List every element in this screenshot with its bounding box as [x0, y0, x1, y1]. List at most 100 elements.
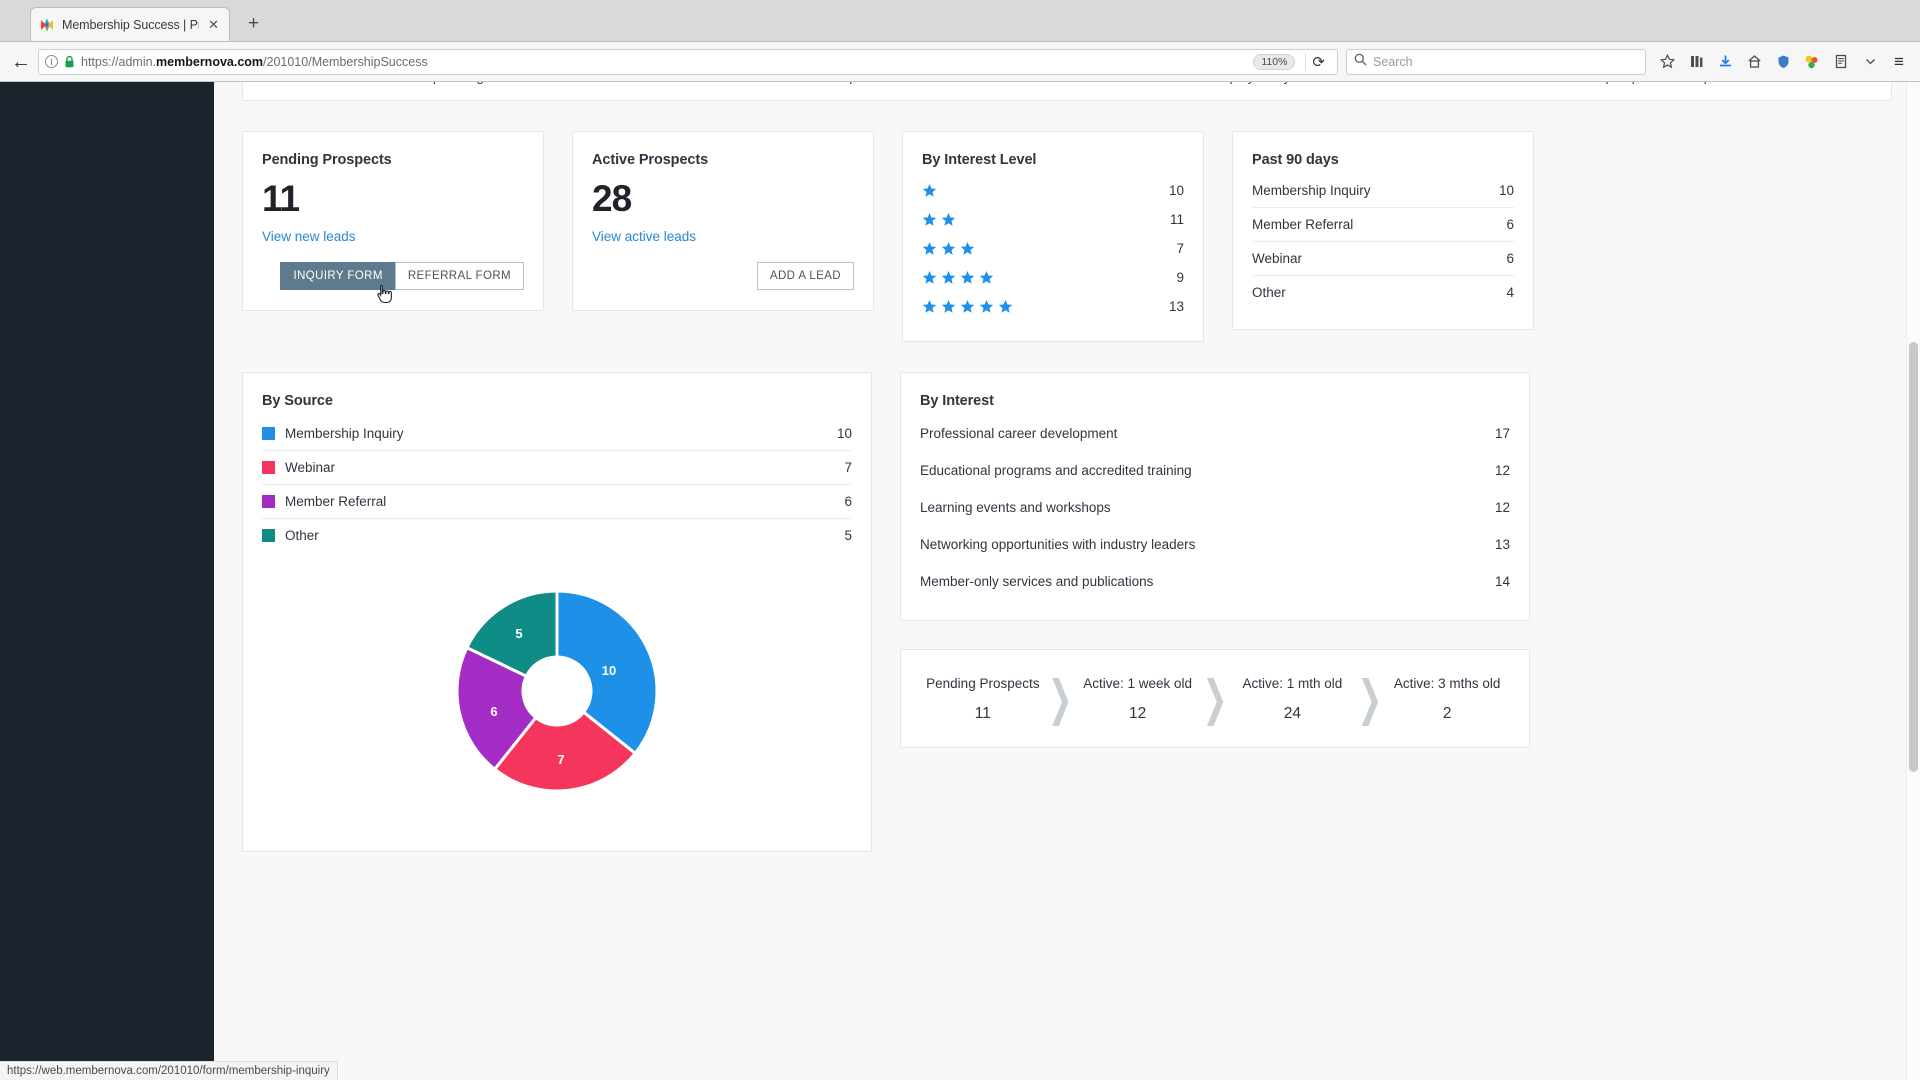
funnel-step-label: Active: 3 mths old — [1393, 676, 1501, 691]
star-icon — [922, 212, 937, 226]
legend-label: Member Referral — [285, 494, 387, 509]
page-scrollbar[interactable] — [1906, 82, 1920, 1080]
interest-level-row: 9 — [922, 263, 1184, 292]
interest-level-value: 11 — [1169, 212, 1184, 227]
add-a-lead-button[interactable]: ADD A LEAD — [756, 262, 854, 290]
funnel-steps: Pending Prospects 11 ❯ Active: 1 week ol… — [920, 672, 1510, 726]
by-interest-value: 13 — [1494, 537, 1510, 552]
chevron-down-icon[interactable] — [1857, 49, 1883, 75]
donut-label-other: 5 — [515, 626, 522, 641]
page-info-icon[interactable]: i — [45, 55, 58, 68]
star-icon — [960, 299, 975, 313]
tab-membership-success[interactable]: Membership Success | Profes ✕ — [30, 7, 230, 41]
by-interest-label: Networking opportunities with industry l… — [920, 537, 1196, 552]
referral-form-button[interactable]: REFERRAL FORM — [394, 262, 524, 290]
donut-label-member-referral: 6 — [490, 704, 497, 719]
close-icon[interactable]: ✕ — [206, 18, 221, 31]
table-row: Other 4 — [1252, 276, 1514, 309]
browser-search-bar[interactable]: Search — [1346, 48, 1646, 75]
star-icon — [922, 299, 937, 313]
banner-step-1: website expressing their interest — [265, 82, 666, 84]
funnel-step-active-3-months[interactable]: Active: 3 mths old 2 — [1384, 676, 1510, 723]
card-by-source: By Source Membership Inquiry 10 Webinar … — [242, 372, 872, 852]
table-row: Educational programs and accredited trai… — [920, 452, 1510, 489]
card-prospect-funnel: Pending Prospects 11 ❯ Active: 1 week ol… — [900, 649, 1530, 748]
active-prospects-value: 28 — [592, 178, 632, 219]
url-bar[interactable]: i https://admin.membernova.com/201010/Me… — [38, 48, 1338, 75]
view-new-leads-link[interactable]: View new leads — [262, 229, 356, 244]
banner-step-3: their inquiry into your funnel — [1067, 82, 1468, 84]
interest-level-row: 10 — [922, 176, 1184, 205]
funnel-step-value: 11 — [974, 705, 991, 722]
star-rating-2 — [922, 212, 956, 227]
star-icon — [979, 270, 994, 284]
star-icon — [941, 270, 956, 284]
star-icon — [979, 299, 994, 313]
bookmark-star-icon[interactable] — [1654, 49, 1680, 75]
funnel-step-active-1-week[interactable]: Active: 1 week old 12 — [1075, 676, 1201, 723]
funnel-step-pending-prospects[interactable]: Pending Prospects 11 — [920, 676, 1046, 723]
toolbar-icon-group: ≡ — [1650, 49, 1912, 75]
card-by-interest-level: By Interest Level 10 11 7 9 13 — [902, 131, 1204, 342]
star-icon — [922, 183, 937, 197]
interest-level-row: 7 — [922, 234, 1184, 263]
hamburger-menu-icon[interactable]: ≡ — [1886, 49, 1912, 75]
view-active-leads-link[interactable]: View active leads — [592, 229, 696, 244]
extension-puzzle-icon[interactable] — [1799, 49, 1825, 75]
back-icon[interactable]: ← — [8, 49, 34, 75]
dashboard-content: website expressing their interest member… — [214, 82, 1920, 1080]
app-sidebar[interactable] — [0, 82, 214, 1080]
scrollbar-thumb[interactable] — [1909, 342, 1918, 772]
legend-label: Membership Inquiry — [285, 426, 404, 441]
legend-swatch-other — [262, 529, 275, 542]
url-text: https://admin.membernova.com/201010/Memb… — [81, 55, 1247, 69]
by-source-donut-chart[interactable]: 10 7 6 5 — [432, 566, 682, 816]
past-90-value: 4 — [1506, 285, 1514, 300]
star-icon — [960, 270, 975, 284]
library-icon[interactable] — [1683, 49, 1709, 75]
status-bar-link-preview: https://web.membernova.com/201010/form/m… — [0, 1061, 338, 1080]
download-icon[interactable] — [1712, 49, 1738, 75]
donut-label-webinar: 7 — [557, 752, 564, 767]
star-icon — [941, 299, 956, 313]
funnel-step-active-1-month[interactable]: Active: 1 mth old 24 — [1230, 676, 1356, 723]
legend-value: 6 — [844, 494, 852, 509]
home-icon[interactable] — [1741, 49, 1767, 75]
by-source-title: By Source — [262, 393, 333, 409]
tab-strip: Membership Success | Profes ✕ + — [0, 0, 1920, 42]
inquiry-form-button[interactable]: INQUIRY FORM — [280, 262, 396, 290]
by-interest-value: 12 — [1494, 463, 1510, 478]
table-row: Webinar 6 — [1252, 242, 1514, 276]
by-interest-label: Professional career development — [920, 426, 1118, 441]
star-rating-3 — [922, 241, 975, 256]
interest-level-row: 13 — [922, 292, 1184, 321]
chevron-right-icon: ❯ — [1047, 672, 1073, 726]
chevron-right-icon: ❯ — [1202, 672, 1228, 726]
past-90-value: 6 — [1506, 217, 1514, 232]
legend-label: Webinar — [285, 460, 336, 475]
by-source-legend: Membership Inquiry 10 Webinar 7 Member R… — [262, 417, 852, 552]
card-past-90-days: Past 90 days Membership Inquiry 10 Membe… — [1232, 131, 1534, 330]
star-rating-1 — [922, 183, 937, 198]
right-column: By Interest Professional career developm… — [900, 372, 1530, 748]
past-90-days-title: Past 90 days — [1252, 152, 1339, 168]
pending-prospects-buttons: INQUIRY FORM REFERRAL FORM — [262, 262, 524, 304]
star-rating-4 — [922, 270, 994, 285]
by-interest-label: Educational programs and accredited trai… — [920, 463, 1192, 478]
url-prefix: https://admin. — [81, 54, 157, 69]
past-90-label: Member Referral — [1252, 217, 1354, 232]
legend-row: Member Referral 6 — [262, 485, 852, 519]
shield-icon[interactable] — [1770, 49, 1796, 75]
zoom-level-badge[interactable]: 110% — [1253, 53, 1296, 70]
new-tab-button[interactable]: + — [240, 13, 267, 35]
reader-mode-icon[interactable] — [1828, 49, 1854, 75]
active-prospects-buttons: ADD A LEAD — [592, 262, 854, 290]
charts-row: By Source Membership Inquiry 10 Webinar … — [242, 372, 1892, 852]
card-pending-prospects: Pending Prospects 11 View new leads INQU… — [242, 131, 544, 311]
table-row: Networking opportunities with industry l… — [920, 526, 1510, 563]
banner-step-2: membership chair is notified — [666, 82, 1067, 84]
funnel-step-value: 2 — [1442, 705, 1452, 722]
reload-icon[interactable]: ⟳ — [1305, 52, 1331, 71]
card-by-interest: By Interest Professional career developm… — [900, 372, 1530, 621]
star-icon — [941, 241, 956, 255]
